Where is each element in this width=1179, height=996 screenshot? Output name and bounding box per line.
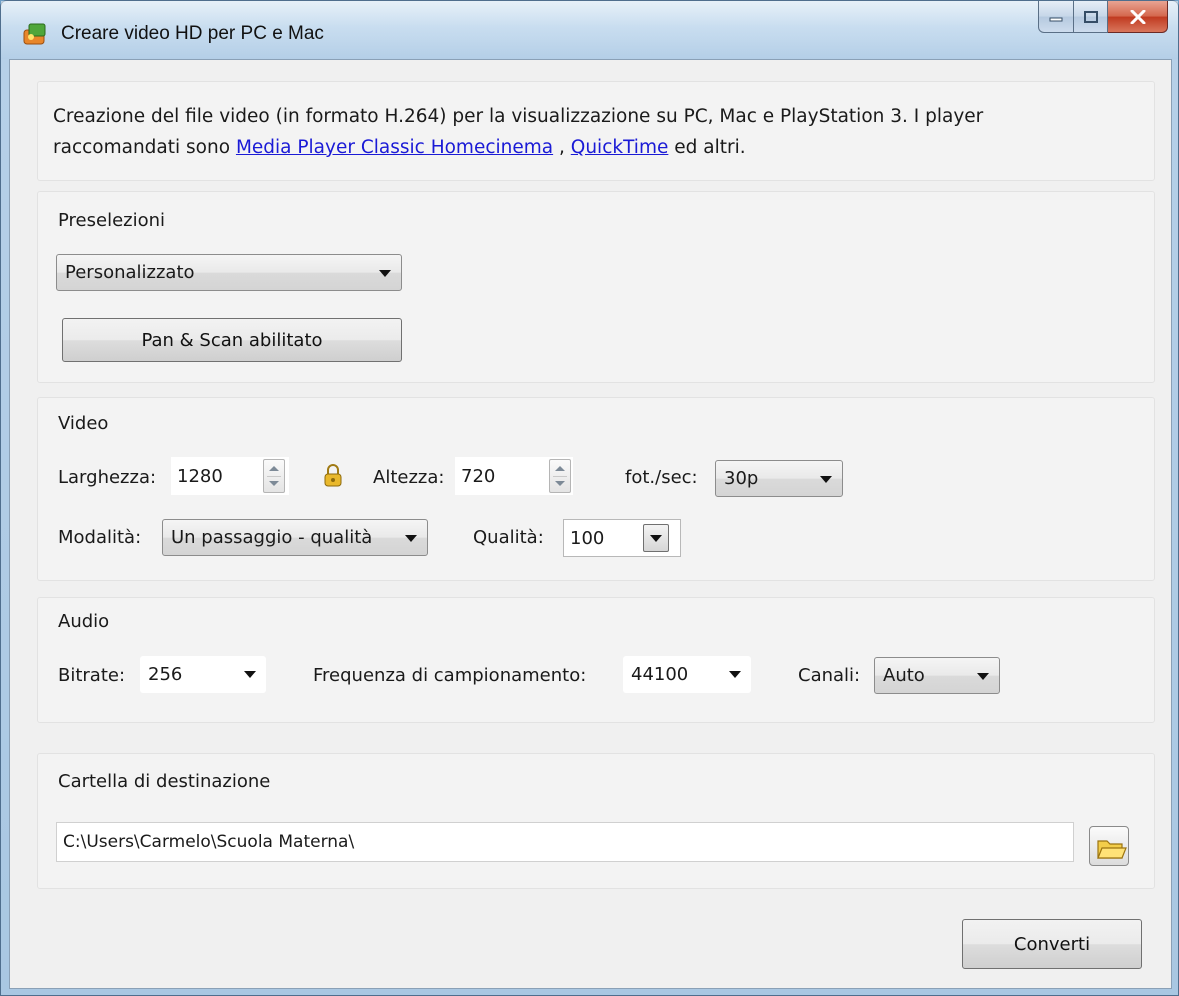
height-label: Altezza:: [373, 467, 445, 488]
mode-dropdown[interactable]: Un passaggio - qualità: [162, 519, 428, 556]
mode-label: Modalità:: [58, 527, 142, 548]
link-quicktime[interactable]: QuickTime: [571, 137, 669, 158]
quality-value: 100: [570, 527, 605, 549]
destination-group-label: Cartella di destinazione: [58, 771, 271, 792]
stepper-up-icon: [555, 466, 565, 471]
stepper-divider: [267, 476, 281, 477]
chevron-down-icon: [379, 270, 391, 277]
height-value: 720: [461, 465, 496, 487]
minimize-button[interactable]: [1038, 1, 1074, 33]
stepper-down-icon: [555, 481, 565, 486]
description-text: Creazione del file video (in formato H.2…: [53, 101, 1103, 163]
channels-label: Canali:: [798, 665, 861, 686]
app-window: Creare video HD per PC e Mac Creazione d…: [0, 0, 1179, 996]
description-outro: ed altri.: [668, 137, 746, 158]
audio-group-label: Audio: [58, 611, 110, 632]
video-group-label: Video: [58, 413, 109, 434]
preset-dropdown-value: Personalizzato: [65, 262, 195, 283]
chevron-down-icon: [820, 476, 832, 483]
chevron-down-icon: [729, 671, 741, 678]
chevron-down-icon: [977, 673, 989, 680]
close-button[interactable]: [1108, 1, 1168, 33]
destination-path-input[interactable]: C:\Users\Carmelo\Scuola Materna\: [56, 822, 1074, 862]
maximize-button[interactable]: [1074, 1, 1108, 33]
close-icon: [1130, 9, 1145, 24]
minimize-icon: [1049, 17, 1063, 21]
stepper-down-icon: [269, 481, 279, 486]
sample-rate-dropdown-value: 44100: [631, 664, 689, 685]
channels-dropdown[interactable]: Auto: [874, 657, 1000, 694]
convert-button[interactable]: Converti: [962, 919, 1142, 969]
fps-dropdown[interactable]: 30p: [715, 460, 843, 497]
stepper-divider: [553, 476, 567, 477]
channels-dropdown-value: Auto: [883, 665, 925, 686]
preset-dropdown[interactable]: Personalizzato: [56, 254, 402, 291]
quality-dropdown-button[interactable]: [643, 524, 669, 552]
bitrate-label: Bitrate:: [58, 665, 126, 686]
window-title: Creare video HD per PC e Mac: [61, 23, 324, 44]
fps-dropdown-value: 30p: [724, 468, 759, 489]
link-separator: ,: [553, 137, 571, 158]
bitrate-dropdown[interactable]: 256: [140, 656, 266, 693]
mode-dropdown-value: Un passaggio - qualità: [171, 527, 373, 548]
title-bar[interactable]: Creare video HD per PC e Mac: [1, 1, 1178, 59]
link-media-player-classic[interactable]: Media Player Classic Homecinema: [236, 137, 553, 158]
sample-rate-dropdown[interactable]: 44100: [623, 656, 751, 693]
width-value: 1280: [177, 465, 223, 487]
width-stepper[interactable]: [263, 459, 285, 493]
height-stepper[interactable]: [549, 459, 571, 493]
width-label: Larghezza:: [58, 467, 157, 488]
sample-rate-label: Frequenza di campionamento:: [313, 665, 587, 686]
destination-path-value: C:\Users\Carmelo\Scuola Materna\: [63, 832, 355, 852]
chevron-down-icon: [650, 535, 662, 542]
bitrate-dropdown-value: 256: [148, 664, 183, 685]
quality-label: Qualità:: [473, 527, 544, 548]
app-icon: [23, 23, 46, 45]
caption-buttons: [1038, 1, 1168, 35]
stepper-up-icon: [269, 466, 279, 471]
pan-scan-button-label: Pan & Scan abilitato: [141, 329, 323, 351]
pan-scan-button[interactable]: Pan & Scan abilitato: [62, 318, 402, 362]
lock-icon[interactable]: [323, 464, 343, 488]
browse-folder-button[interactable]: [1089, 826, 1129, 866]
maximize-icon: [1083, 10, 1098, 23]
chevron-down-icon: [244, 671, 256, 678]
convert-button-label: Converti: [1013, 933, 1091, 955]
folder-icon: [1097, 840, 1127, 859]
fps-label: fot./sec:: [625, 467, 698, 488]
chevron-down-icon: [405, 535, 417, 542]
